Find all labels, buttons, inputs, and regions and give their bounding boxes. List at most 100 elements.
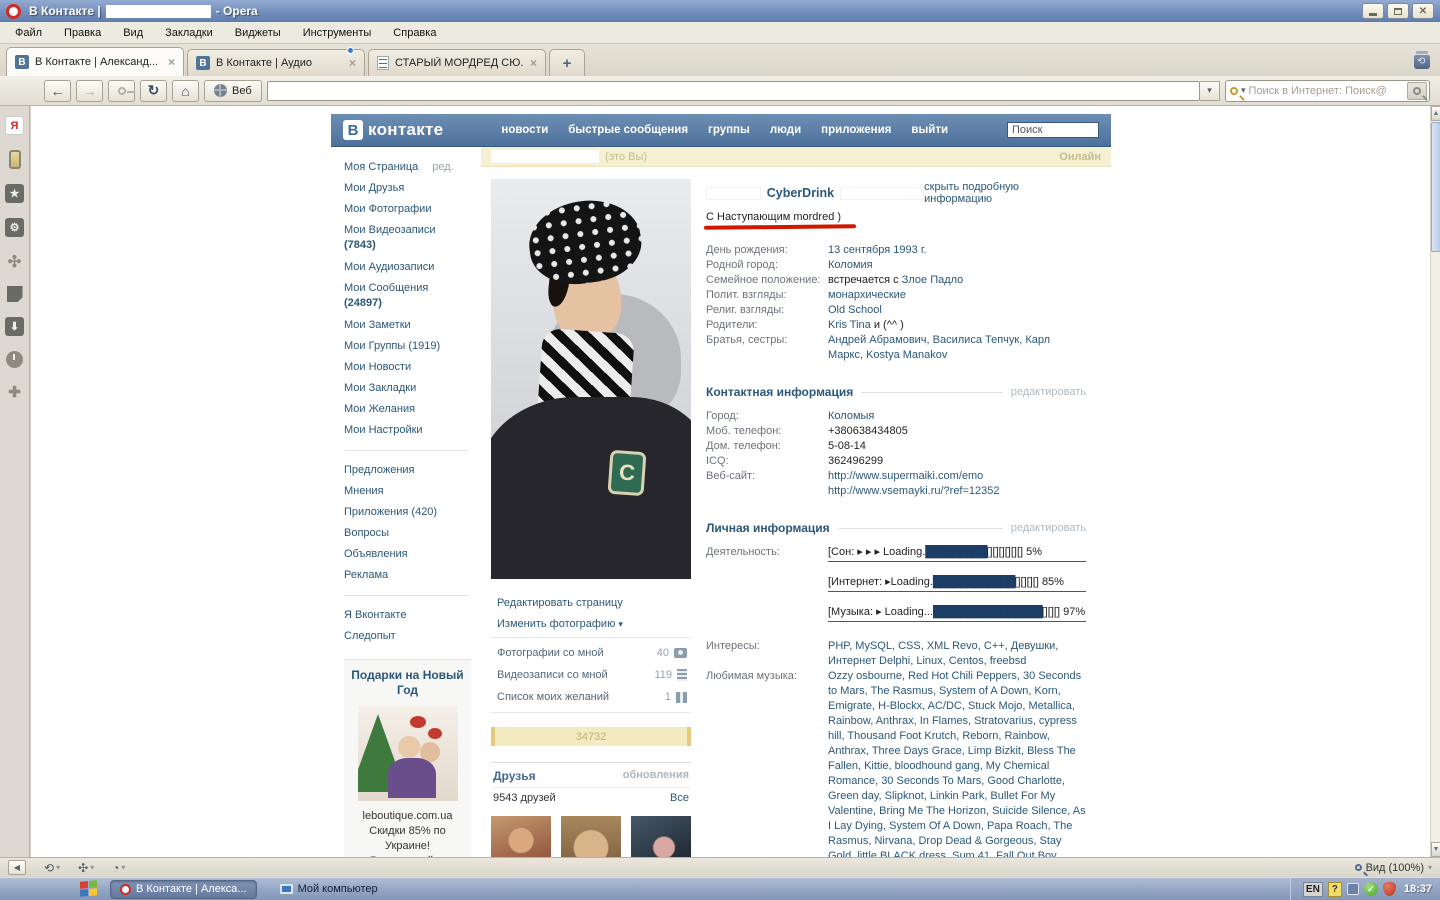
sidebar-item-my-messages[interactable]: Мои Сообщения (24897) — [344, 278, 481, 311]
sidebar-item-my-groups[interactable]: Мои Группы (1919) — [344, 336, 481, 357]
menu-tools[interactable]: Инструменты — [292, 24, 383, 42]
restore-button[interactable] — [1387, 3, 1409, 19]
info-link[interactable]: http://www.supermaiki.com/emo http://www… — [828, 470, 1000, 497]
scroll-up-icon[interactable]: ▲ — [1431, 106, 1440, 121]
friend-avatar[interactable] — [561, 816, 621, 857]
sidebar-item-my-photos[interactable]: Мои Фотографии — [344, 199, 481, 220]
menu-widgets[interactable]: Виджеты — [224, 24, 292, 42]
back-button[interactable]: ← — [44, 79, 71, 102]
menu-edit[interactable]: Правка — [53, 24, 112, 42]
nav-logout[interactable]: выйти — [911, 124, 948, 136]
tab-vk-profile[interactable]: В В Контакте | Александ... × — [6, 47, 184, 76]
bookmarks-panel-icon[interactable]: ★ — [5, 184, 24, 203]
sidebar-item-my-audio[interactable]: Мои Аудиозаписи — [344, 257, 481, 278]
reload-button[interactable]: ↻ — [140, 79, 167, 102]
minimize-button[interactable] — [1362, 3, 1384, 19]
language-indicator[interactable]: EN — [1302, 881, 1323, 897]
widgets-panel-icon[interactable]: ⚙ — [5, 218, 24, 237]
ad-image[interactable] — [357, 706, 458, 801]
unite-status-item[interactable]: ✣ ▾ — [78, 861, 94, 875]
sidebar-item-my-bookmarks[interactable]: Мои Закладки — [344, 378, 481, 399]
timer-status-item[interactable]: ◔ ▾ — [112, 861, 125, 875]
nav-apps[interactable]: приложения — [821, 124, 891, 136]
yandex-panel-icon[interactable]: Я — [5, 116, 24, 135]
scroll-down-icon[interactable]: ▼ — [1431, 842, 1440, 857]
downloads-panel-icon[interactable]: ⬇ — [5, 317, 24, 336]
panel-toggle-button[interactable]: ◀ — [8, 860, 26, 875]
sidebar-item-my-page[interactable]: Моя Страница ред. — [344, 157, 481, 178]
security-shield-icon[interactable] — [1382, 882, 1396, 896]
videos-with-me-row[interactable]: Видеозаписи со мной 119 — [491, 664, 691, 686]
edit-page-link[interactable]: Редактировать страницу — [497, 593, 691, 614]
info-link[interactable]: Kris Tina — [828, 319, 871, 331]
ad-text[interactable]: leboutique.com.ua Скидки 85% по Украине!… — [348, 809, 467, 857]
hide-details-link[interactable]: скрыть подробную информацию — [924, 181, 1086, 205]
sidebar-item-advertising[interactable]: Реклама — [344, 565, 481, 586]
menu-file[interactable]: Файл — [4, 24, 53, 42]
tab-close-icon[interactable]: × — [530, 56, 537, 70]
photos-with-me-row[interactable]: Фотографии со мной 40 — [491, 642, 691, 664]
tab-close-icon[interactable]: × — [168, 55, 175, 69]
info-link[interactable]: Андрей Абрамович, Василиса Тепчук, Карл … — [828, 334, 1050, 361]
new-tab-button[interactable]: + — [549, 49, 585, 76]
sidebar-item-opinions[interactable]: Мнения — [344, 481, 481, 502]
friends-updates-link[interactable]: обновления — [623, 769, 689, 783]
add-panel-icon[interactable]: ✚ — [8, 383, 21, 401]
wishlist-row[interactable]: Список моих желаний 1 — [491, 686, 691, 708]
info-link[interactable]: Коломия — [828, 259, 873, 271]
web-mode-button[interactable]: Веб — [204, 79, 262, 102]
tab-mordred[interactable]: СТАРЫЙ МОРДРЕД СЮ... × — [368, 49, 546, 76]
help-tray-icon[interactable]: ? — [1327, 881, 1342, 897]
notes-panel-icon[interactable] — [6, 286, 23, 302]
tab-close-icon[interactable]: × — [349, 56, 356, 70]
sidebar-item-my-notes[interactable]: Мои Заметки — [344, 315, 481, 336]
search-engine-dropdown-icon[interactable]: ▾ — [1241, 85, 1246, 96]
sidebar-item-apps[interactable]: Приложения (420) — [344, 502, 481, 523]
sidebar-item-my-settings[interactable]: Мои Настройки — [344, 420, 481, 441]
taskbar-task-opera[interactable]: В Контакте | Алекса... — [110, 879, 257, 899]
phone-panel-icon[interactable] — [8, 150, 21, 169]
sidebar-item-questions[interactable]: Вопросы — [344, 523, 481, 544]
edit-personal-link[interactable]: редактировать — [1011, 522, 1086, 534]
history-panel-icon[interactable] — [6, 351, 23, 368]
info-link[interactable]: Old School — [828, 304, 882, 316]
sidebar-item-my-wishes[interactable]: Мои Желания — [344, 399, 481, 420]
tab-vk-audio[interactable]: В В Контакте | Аудио × — [187, 47, 365, 76]
tray-app-icon[interactable] — [1346, 883, 1359, 895]
nav-instant-messages[interactable]: быстрые сообщения — [568, 124, 688, 136]
friends-all-link[interactable]: Все — [670, 792, 689, 804]
menu-view[interactable]: Вид — [112, 24, 154, 42]
rating-bar[interactable]: 34732 — [491, 727, 691, 746]
sidebar-item-sledopyt[interactable]: Следопыт — [344, 626, 481, 647]
vk-logo[interactable]: В контакте — [343, 120, 443, 140]
sidebar-item-ads[interactable]: Объявления — [344, 544, 481, 565]
scrollbar-thumb[interactable] — [1431, 122, 1440, 252]
forward-button[interactable]: → — [76, 79, 103, 102]
page-scrollbar[interactable]: ▲ ▼ — [1430, 106, 1440, 857]
antivirus-ok-icon[interactable]: ✓ — [1363, 882, 1378, 896]
vk-search-input[interactable] — [1007, 122, 1099, 138]
closed-tabs-trash-icon[interactable] — [1410, 50, 1434, 74]
profile-photo[interactable]: C — [491, 179, 691, 579]
sidebar-item-offers[interactable]: Предложения — [344, 460, 481, 481]
menu-help[interactable]: Справка — [382, 24, 447, 42]
menu-bookmarks[interactable]: Закладки — [154, 24, 224, 42]
home-button[interactable]: ⌂ — [172, 79, 199, 102]
start-button[interactable] — [80, 880, 98, 898]
search-engine-icon[interactable] — [1230, 86, 1238, 95]
nav-groups[interactable]: группы — [708, 124, 750, 136]
sidebar-item-ya-vkontakte[interactable]: Я Вконтакте — [344, 605, 481, 626]
friend-avatar[interactable] — [491, 816, 551, 857]
search-go-button[interactable] — [1407, 81, 1427, 100]
taskbar-task-my-computer[interactable]: Мой компьютер — [271, 880, 387, 899]
close-button[interactable]: ✕ — [1412, 3, 1434, 19]
address-dropdown-icon[interactable]: ▾ — [1200, 80, 1220, 101]
address-input[interactable] — [266, 80, 1200, 101]
info-link[interactable]: 13 сентября 1993 г. — [828, 244, 927, 256]
sidebar-item-my-news[interactable]: Мои Новости — [344, 357, 481, 378]
info-link[interactable]: Коломыя — [828, 410, 874, 422]
info-link[interactable]: монархические — [828, 289, 906, 301]
zoom-control[interactable]: Вид (100%) ▾ — [1354, 862, 1432, 874]
info-link[interactable]: Злое Падло — [902, 274, 964, 286]
sidebar-item-my-videos[interactable]: Мои Видеозаписи (7843) — [344, 220, 481, 253]
